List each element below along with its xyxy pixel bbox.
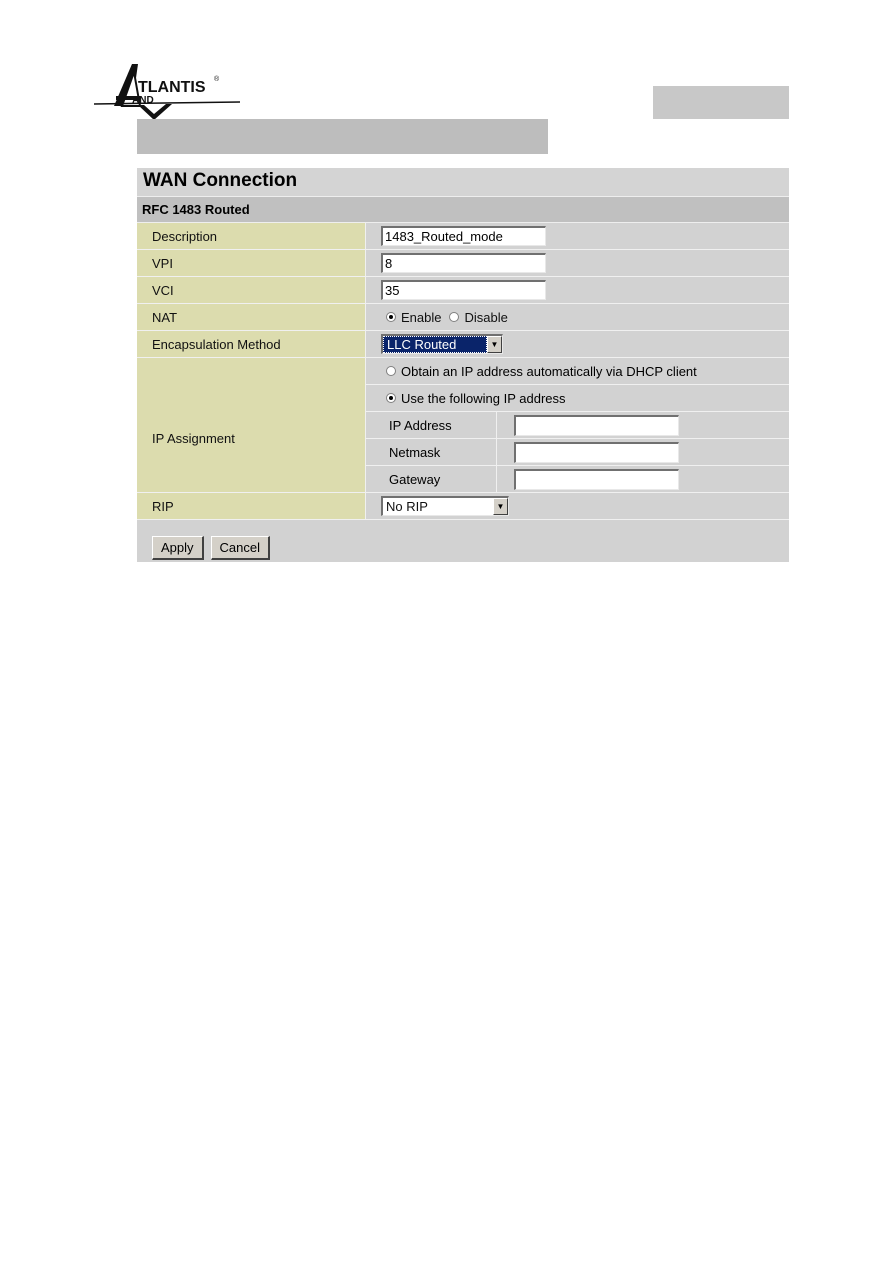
- ip-assignment-label-text: IP Assignment: [152, 430, 235, 446]
- nat-row: NAT Enable Disable: [137, 304, 789, 331]
- vpi-label: VPI: [137, 250, 366, 276]
- logo-registered: ®: [214, 75, 220, 83]
- nat-disable-label: Disable: [464, 309, 508, 325]
- ip-assignment-options: Obtain an IP address automatically via D…: [366, 358, 789, 493]
- vci-label: VCI: [137, 277, 366, 303]
- rip-select[interactable]: No RIP ▼: [381, 496, 509, 516]
- radio-checked-icon[interactable]: [386, 312, 396, 322]
- netmask-value-cell: [497, 439, 789, 465]
- rip-row: RIP No RIP ▼: [137, 493, 789, 520]
- ip-address-value-cell: [497, 412, 789, 438]
- vci-value-cell: [366, 277, 789, 303]
- gateway-value-cell: [497, 466, 789, 492]
- encapsulation-select[interactable]: LLC Routed ▼: [381, 334, 503, 354]
- netmask-row: Netmask: [366, 439, 789, 466]
- description-input[interactable]: [381, 226, 546, 246]
- ip-address-row: IP Address: [366, 412, 789, 439]
- nat-value-cell: Enable Disable: [366, 304, 789, 330]
- ip-assignment-label: IP Assignment: [137, 358, 366, 493]
- encapsulation-value-cell: LLC Routed ▼: [366, 331, 789, 357]
- page-title: WAN Connection: [143, 170, 298, 191]
- vci-input[interactable]: [381, 280, 546, 300]
- nat-enable-radio[interactable]: Enable: [386, 310, 441, 325]
- encapsulation-row: Encapsulation Method LLC Routed ▼: [137, 331, 789, 358]
- description-row: Description: [137, 223, 789, 250]
- gateway-input[interactable]: [514, 468, 679, 490]
- chevron-down-icon[interactable]: ▼: [493, 498, 508, 515]
- ip-address-label: IP Address: [366, 412, 497, 438]
- gateway-row: Gateway: [366, 466, 789, 493]
- gateway-label: Gateway: [366, 466, 497, 492]
- logo-text-top: TLANTIS: [138, 79, 206, 96]
- panel-title-row: WAN Connection: [137, 168, 789, 197]
- chevron-down-icon[interactable]: ▼: [487, 336, 502, 353]
- section-subtitle: RFC 1483 Routed: [142, 202, 250, 217]
- vpi-row: VPI: [137, 250, 789, 277]
- rip-selected-value: No RIP: [386, 499, 428, 514]
- static-option-label: Use the following IP address: [401, 390, 566, 406]
- description-label: Description: [137, 223, 366, 249]
- encapsulation-label: Encapsulation Method: [137, 331, 366, 357]
- ip-address-input[interactable]: [514, 414, 679, 436]
- header-placeholder-bar-right: [653, 86, 789, 119]
- wan-connection-panel: WAN Connection RFC 1483 Routed Descripti…: [137, 168, 789, 562]
- rip-label: RIP: [137, 493, 366, 519]
- logo-graphic: TLANTIS ® AND: [93, 64, 241, 120]
- panel-subtitle-row: RFC 1483 Routed: [137, 197, 789, 223]
- nat-label: NAT: [137, 304, 366, 330]
- radio-unchecked-icon[interactable]: [386, 366, 396, 376]
- nat-disable-radio[interactable]: Disable: [449, 309, 508, 325]
- atlantis-land-logo: TLANTIS ® AND: [92, 58, 242, 122]
- netmask-input[interactable]: [514, 441, 679, 463]
- static-option-row: Use the following IP address: [366, 385, 789, 412]
- radio-unchecked-icon[interactable]: [449, 312, 460, 322]
- vpi-value-cell: [366, 250, 789, 276]
- vci-row: VCI: [137, 277, 789, 304]
- dhcp-option-label: Obtain an IP address automatically via D…: [401, 363, 697, 379]
- apply-button[interactable]: Apply: [152, 536, 204, 560]
- netmask-label: Netmask: [366, 439, 497, 465]
- ip-assignment-block: IP Assignment Obtain an IP address autom…: [137, 358, 789, 493]
- logo-text-bottom: AND: [132, 95, 154, 106]
- dhcp-option-row: Obtain an IP address automatically via D…: [366, 358, 789, 385]
- rip-value-cell: No RIP ▼: [366, 493, 789, 519]
- static-ip-radio[interactable]: Use the following IP address: [386, 391, 566, 406]
- description-value-cell: [366, 223, 789, 249]
- header-placeholder-bar-left: [137, 119, 548, 154]
- nat-enable-label: Enable: [401, 309, 442, 325]
- cancel-button[interactable]: Cancel: [210, 536, 270, 560]
- radio-checked-icon[interactable]: [386, 393, 396, 403]
- vpi-input[interactable]: [381, 253, 546, 273]
- dhcp-radio[interactable]: Obtain an IP address automatically via D…: [386, 364, 697, 379]
- encapsulation-selected-value: LLC Routed: [383, 336, 487, 353]
- action-buttons-row: Apply Cancel: [137, 520, 789, 562]
